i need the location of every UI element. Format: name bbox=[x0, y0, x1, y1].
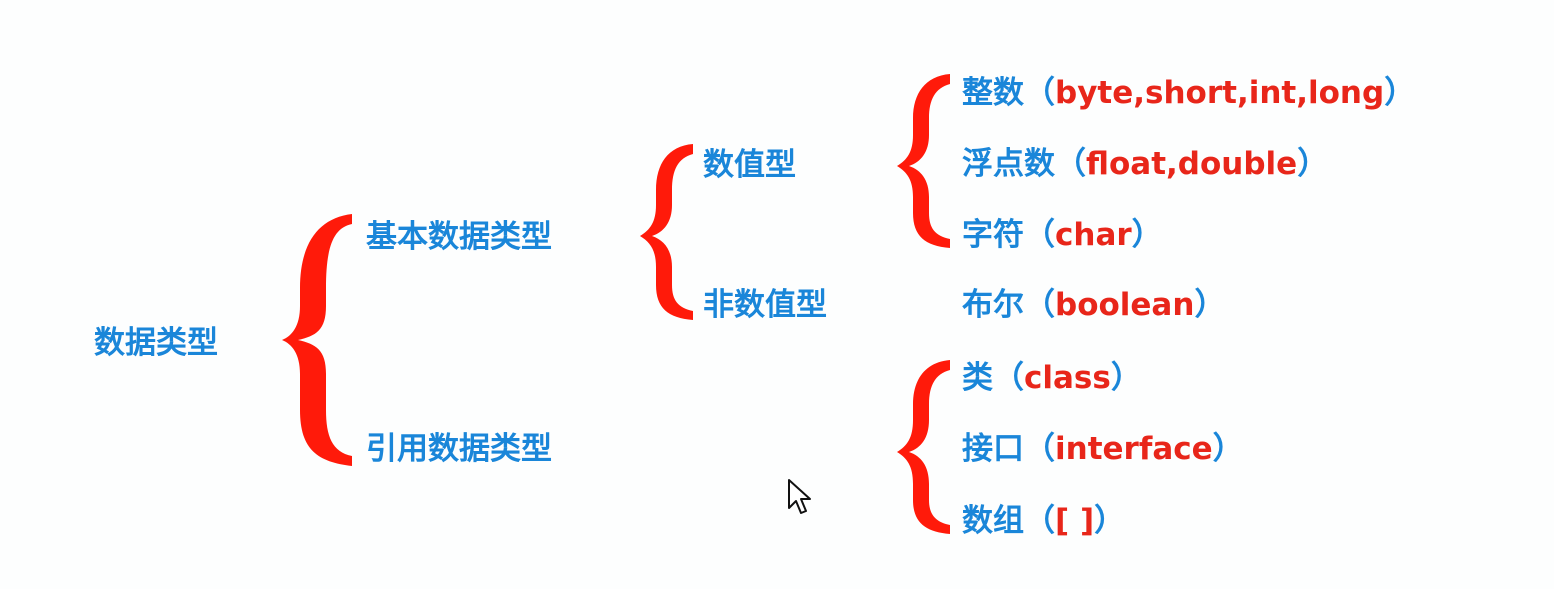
leaf-array-types: [ ] bbox=[1055, 503, 1095, 539]
node-primitive-types: 基本数据类型 bbox=[366, 219, 552, 255]
mouse-cursor-icon bbox=[788, 479, 811, 514]
leaf-integer-label: 整数 bbox=[962, 75, 1024, 111]
leaf-floating-label: 浮点数 bbox=[962, 146, 1055, 182]
leaf-boolean: 布尔（boolean） bbox=[962, 286, 1225, 324]
close-paren: ） bbox=[1384, 75, 1416, 111]
leaf-class: 类（class） bbox=[962, 359, 1142, 397]
leaf-interface-label: 接口 bbox=[962, 431, 1024, 467]
leaf-floating: 浮点数（float,double） bbox=[962, 145, 1328, 183]
close-paren: ） bbox=[1194, 287, 1226, 323]
open-paren: （ bbox=[1024, 503, 1055, 539]
open-paren: （ bbox=[1024, 287, 1055, 323]
brace-root bbox=[282, 214, 352, 466]
leaf-character-types: char bbox=[1055, 217, 1132, 253]
open-paren: （ bbox=[993, 360, 1024, 396]
brace-numeric bbox=[897, 74, 950, 248]
leaf-class-types: class bbox=[1024, 360, 1111, 396]
leaf-floating-types: float,double bbox=[1086, 146, 1298, 182]
leaf-class-label: 类 bbox=[962, 360, 993, 396]
brace-reference bbox=[897, 360, 950, 534]
leaf-boolean-label: 布尔 bbox=[962, 287, 1024, 323]
leaf-array-label: 数组 bbox=[962, 503, 1024, 539]
open-paren: （ bbox=[1024, 75, 1055, 111]
open-paren: （ bbox=[1024, 431, 1055, 467]
leaf-character-label: 字符 bbox=[962, 217, 1024, 253]
close-paren: ） bbox=[1212, 431, 1244, 467]
leaf-integer-types: byte,short,int,long bbox=[1055, 75, 1385, 111]
leaf-interface: 接口（interface） bbox=[962, 430, 1244, 468]
close-paren: ） bbox=[1110, 360, 1142, 396]
node-reference-types: 引用数据类型 bbox=[366, 431, 552, 467]
node-data-types: 数据类型 bbox=[94, 325, 218, 361]
open-paren: （ bbox=[1055, 146, 1086, 182]
leaf-interface-types: interface bbox=[1055, 431, 1213, 467]
close-paren: ） bbox=[1131, 217, 1163, 253]
leaf-boolean-types: boolean bbox=[1055, 287, 1195, 323]
leaf-array: 数组（[ ]） bbox=[962, 502, 1125, 540]
leaf-integer: 整数（byte,short,int,long） bbox=[962, 74, 1415, 112]
close-paren: ） bbox=[1094, 503, 1126, 539]
brace-primitive bbox=[640, 144, 693, 320]
leaf-character: 字符（char） bbox=[962, 216, 1163, 254]
node-numeric: 数值型 bbox=[703, 147, 796, 183]
open-paren: （ bbox=[1024, 217, 1055, 253]
data-type-diagram: 数据类型 基本数据类型 引用数据类型 数值型 非数值型 整数（byte,shor… bbox=[0, 0, 1554, 589]
close-paren: ） bbox=[1297, 146, 1329, 182]
node-non-numeric: 非数值型 bbox=[703, 287, 827, 323]
